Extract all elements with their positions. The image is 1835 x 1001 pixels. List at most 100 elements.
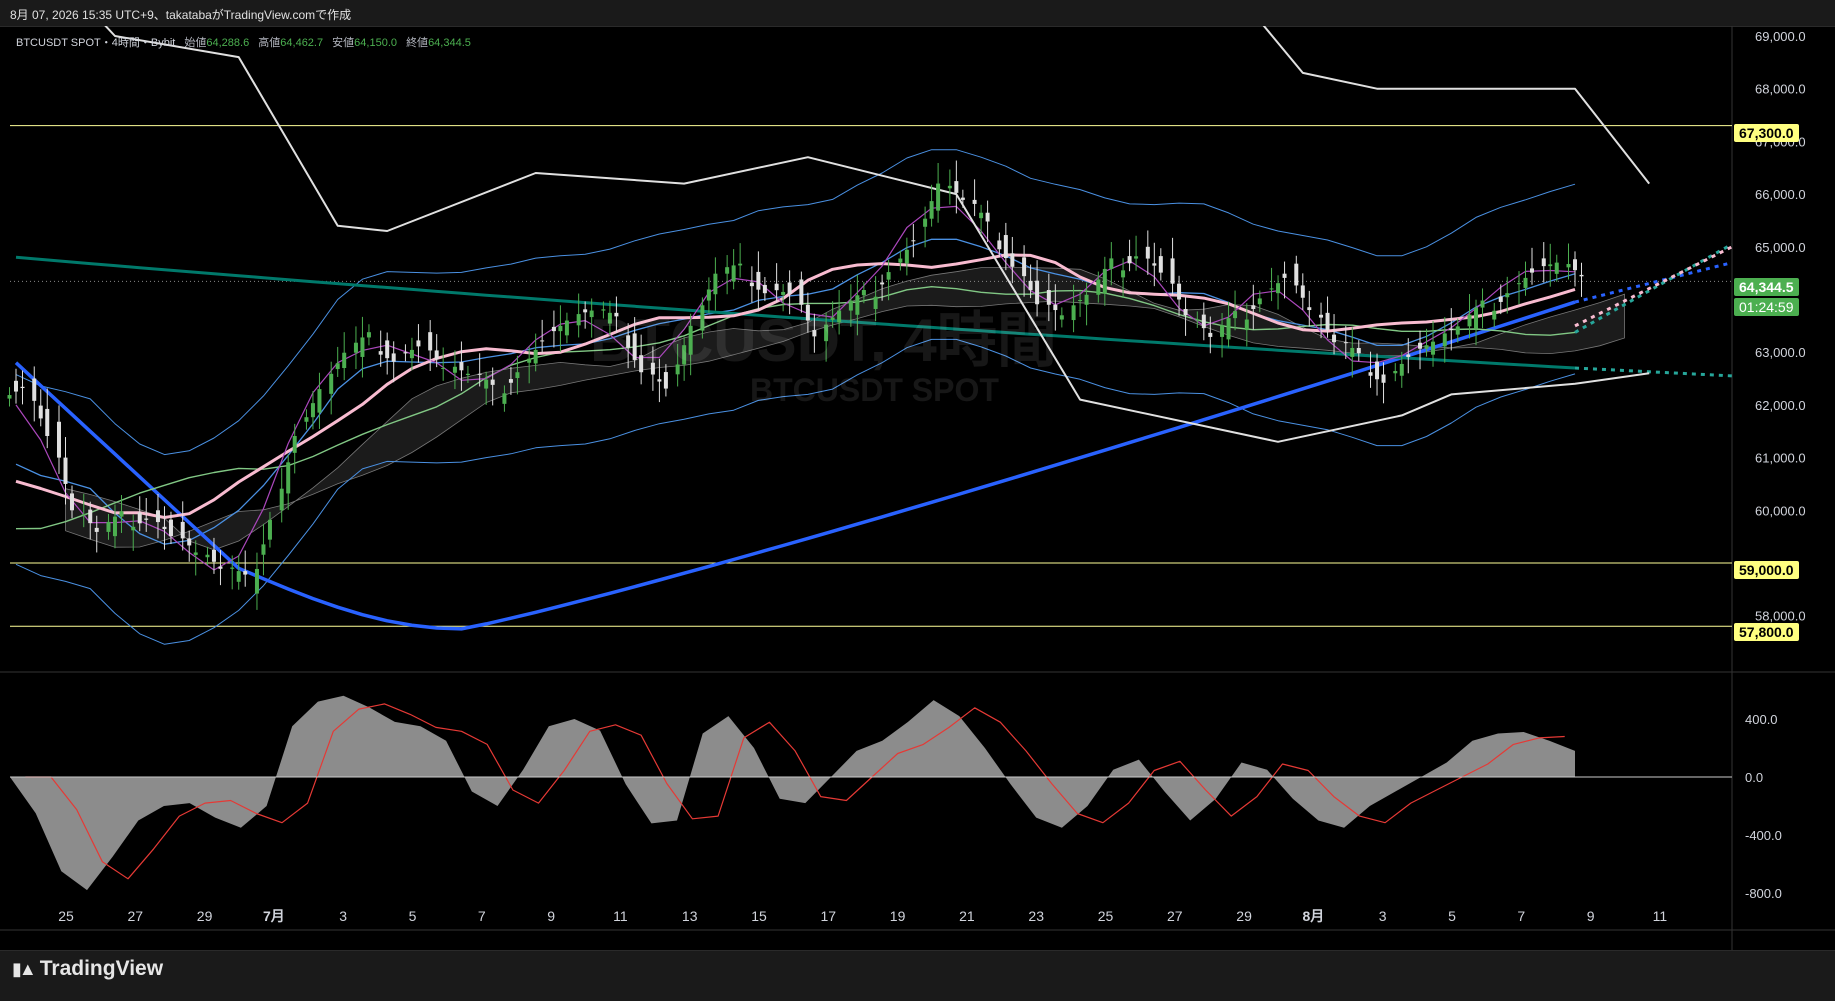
legend-close: 64,344.5 [428, 37, 471, 49]
chart-frame[interactable]: 69,000.068,000.067,000.066,000.065,000.0… [0, 26, 1835, 1000]
osc-tick-label: -800.0 [1745, 886, 1782, 901]
candle-body [1523, 277, 1528, 288]
candle-body [1152, 263, 1157, 266]
current-price-tag: 64,344.5 [1734, 278, 1799, 296]
candle-body [1424, 345, 1429, 349]
footer-bar [0, 950, 1835, 1001]
chart-credit: 8月 07, 2026 15:35 UTC+9、takatabaがTrading… [10, 8, 352, 22]
candle-body [335, 363, 340, 370]
time-tick-label: 21 [959, 908, 975, 924]
candle-body [459, 362, 464, 371]
candle-body [144, 518, 149, 520]
time-tick-label: 29 [197, 908, 213, 924]
candle-body [428, 332, 433, 351]
candle-body [502, 393, 507, 404]
candle-body [508, 379, 513, 383]
candle-body [452, 366, 457, 373]
candle-body [774, 283, 779, 291]
candle-body [329, 373, 334, 394]
candle-body [880, 282, 885, 285]
legend-symbol: BTCUSDT SPOT・4時間・Bybit [16, 37, 176, 49]
candle-body [731, 265, 736, 282]
price-chart[interactable]: 69,000.068,000.067,000.066,000.065,000.0… [0, 26, 1835, 1000]
candle-body [1474, 307, 1479, 329]
candle-body [1201, 314, 1206, 329]
candle-body [1381, 374, 1386, 383]
candle-body [7, 395, 12, 399]
candle-body [310, 403, 315, 418]
candle-body [1127, 256, 1132, 264]
price-tick-label: 68,000.0 [1755, 82, 1806, 97]
candle-body [267, 519, 272, 540]
candle-body [14, 380, 18, 392]
hull-upper-line [1262, 26, 1650, 185]
time-tick-label: 3 [339, 908, 347, 924]
candle-body [607, 312, 612, 324]
candle-body [286, 462, 291, 494]
candle-body [1233, 311, 1238, 319]
candle-body [1078, 300, 1083, 302]
candle-body [69, 493, 74, 511]
candle-body [1022, 257, 1027, 277]
time-tick-label: 27 [1167, 908, 1183, 924]
candle-body [830, 317, 835, 320]
time-tick-label: 7月 [263, 908, 285, 924]
candle-body [1418, 342, 1423, 349]
candle-body [88, 509, 93, 524]
candle-body [589, 310, 594, 318]
candle-body [855, 295, 860, 315]
legend-low-label: 安値 [332, 37, 355, 49]
time-tick-label: 25 [58, 908, 74, 924]
candle-body [1226, 318, 1231, 340]
candle-body [682, 345, 687, 365]
candle-body [131, 526, 136, 531]
time-tick-label: 17 [821, 908, 837, 924]
candle-body [1467, 314, 1472, 327]
candle-body [626, 335, 631, 348]
candle-body [898, 258, 903, 263]
candle-body [1492, 310, 1497, 320]
candle-body [527, 358, 532, 363]
candle-body [1071, 305, 1076, 321]
candle-body [1442, 333, 1447, 347]
candle-body [886, 272, 891, 280]
candle-body [1406, 354, 1411, 357]
time-tick-label: 7 [1517, 908, 1525, 924]
osc-tick-label: 400.0 [1745, 712, 1778, 727]
candle-body [1307, 307, 1312, 311]
candle-body [211, 550, 216, 562]
candle-body [799, 279, 804, 305]
tradingview-logo-icon: ▮▲ [12, 958, 37, 979]
time-tick-label: 7 [478, 908, 486, 924]
candle-body [1282, 273, 1287, 278]
price-tick-label: 69,000.0 [1755, 29, 1806, 44]
price-tick-label: 62,000.0 [1755, 398, 1806, 413]
candle-body [1170, 258, 1175, 284]
candle-body [119, 511, 124, 517]
candle-body [1579, 274, 1584, 277]
top-bar: 8月 07, 2026 15:35 UTC+9、takatabaがTrading… [0, 0, 1835, 27]
candle-body [1517, 283, 1522, 285]
bollinger-upper [15, 149, 1576, 456]
candle-body [756, 271, 761, 290]
candle-body [366, 332, 371, 338]
candle-body [1393, 370, 1398, 374]
ma-mid-green-projection [1574, 242, 1733, 334]
candle-body [805, 304, 810, 321]
candle-body [1325, 312, 1330, 330]
brand[interactable]: ▮▲ TradingView [12, 957, 163, 981]
candle-body [20, 386, 25, 389]
candle-body [1332, 334, 1337, 343]
candle-body [1541, 258, 1546, 267]
candle-body [738, 263, 743, 266]
candle-body [1003, 235, 1008, 259]
candle-body [1505, 293, 1510, 298]
time-tick-label: 27 [128, 908, 144, 924]
ma-long-blue-projection [1574, 261, 1733, 304]
candle-body [725, 267, 730, 274]
candle-body [583, 309, 588, 313]
candle-body [1319, 314, 1324, 318]
candle-body [947, 185, 952, 189]
candle-body [781, 291, 786, 295]
candle-body [1046, 290, 1051, 305]
